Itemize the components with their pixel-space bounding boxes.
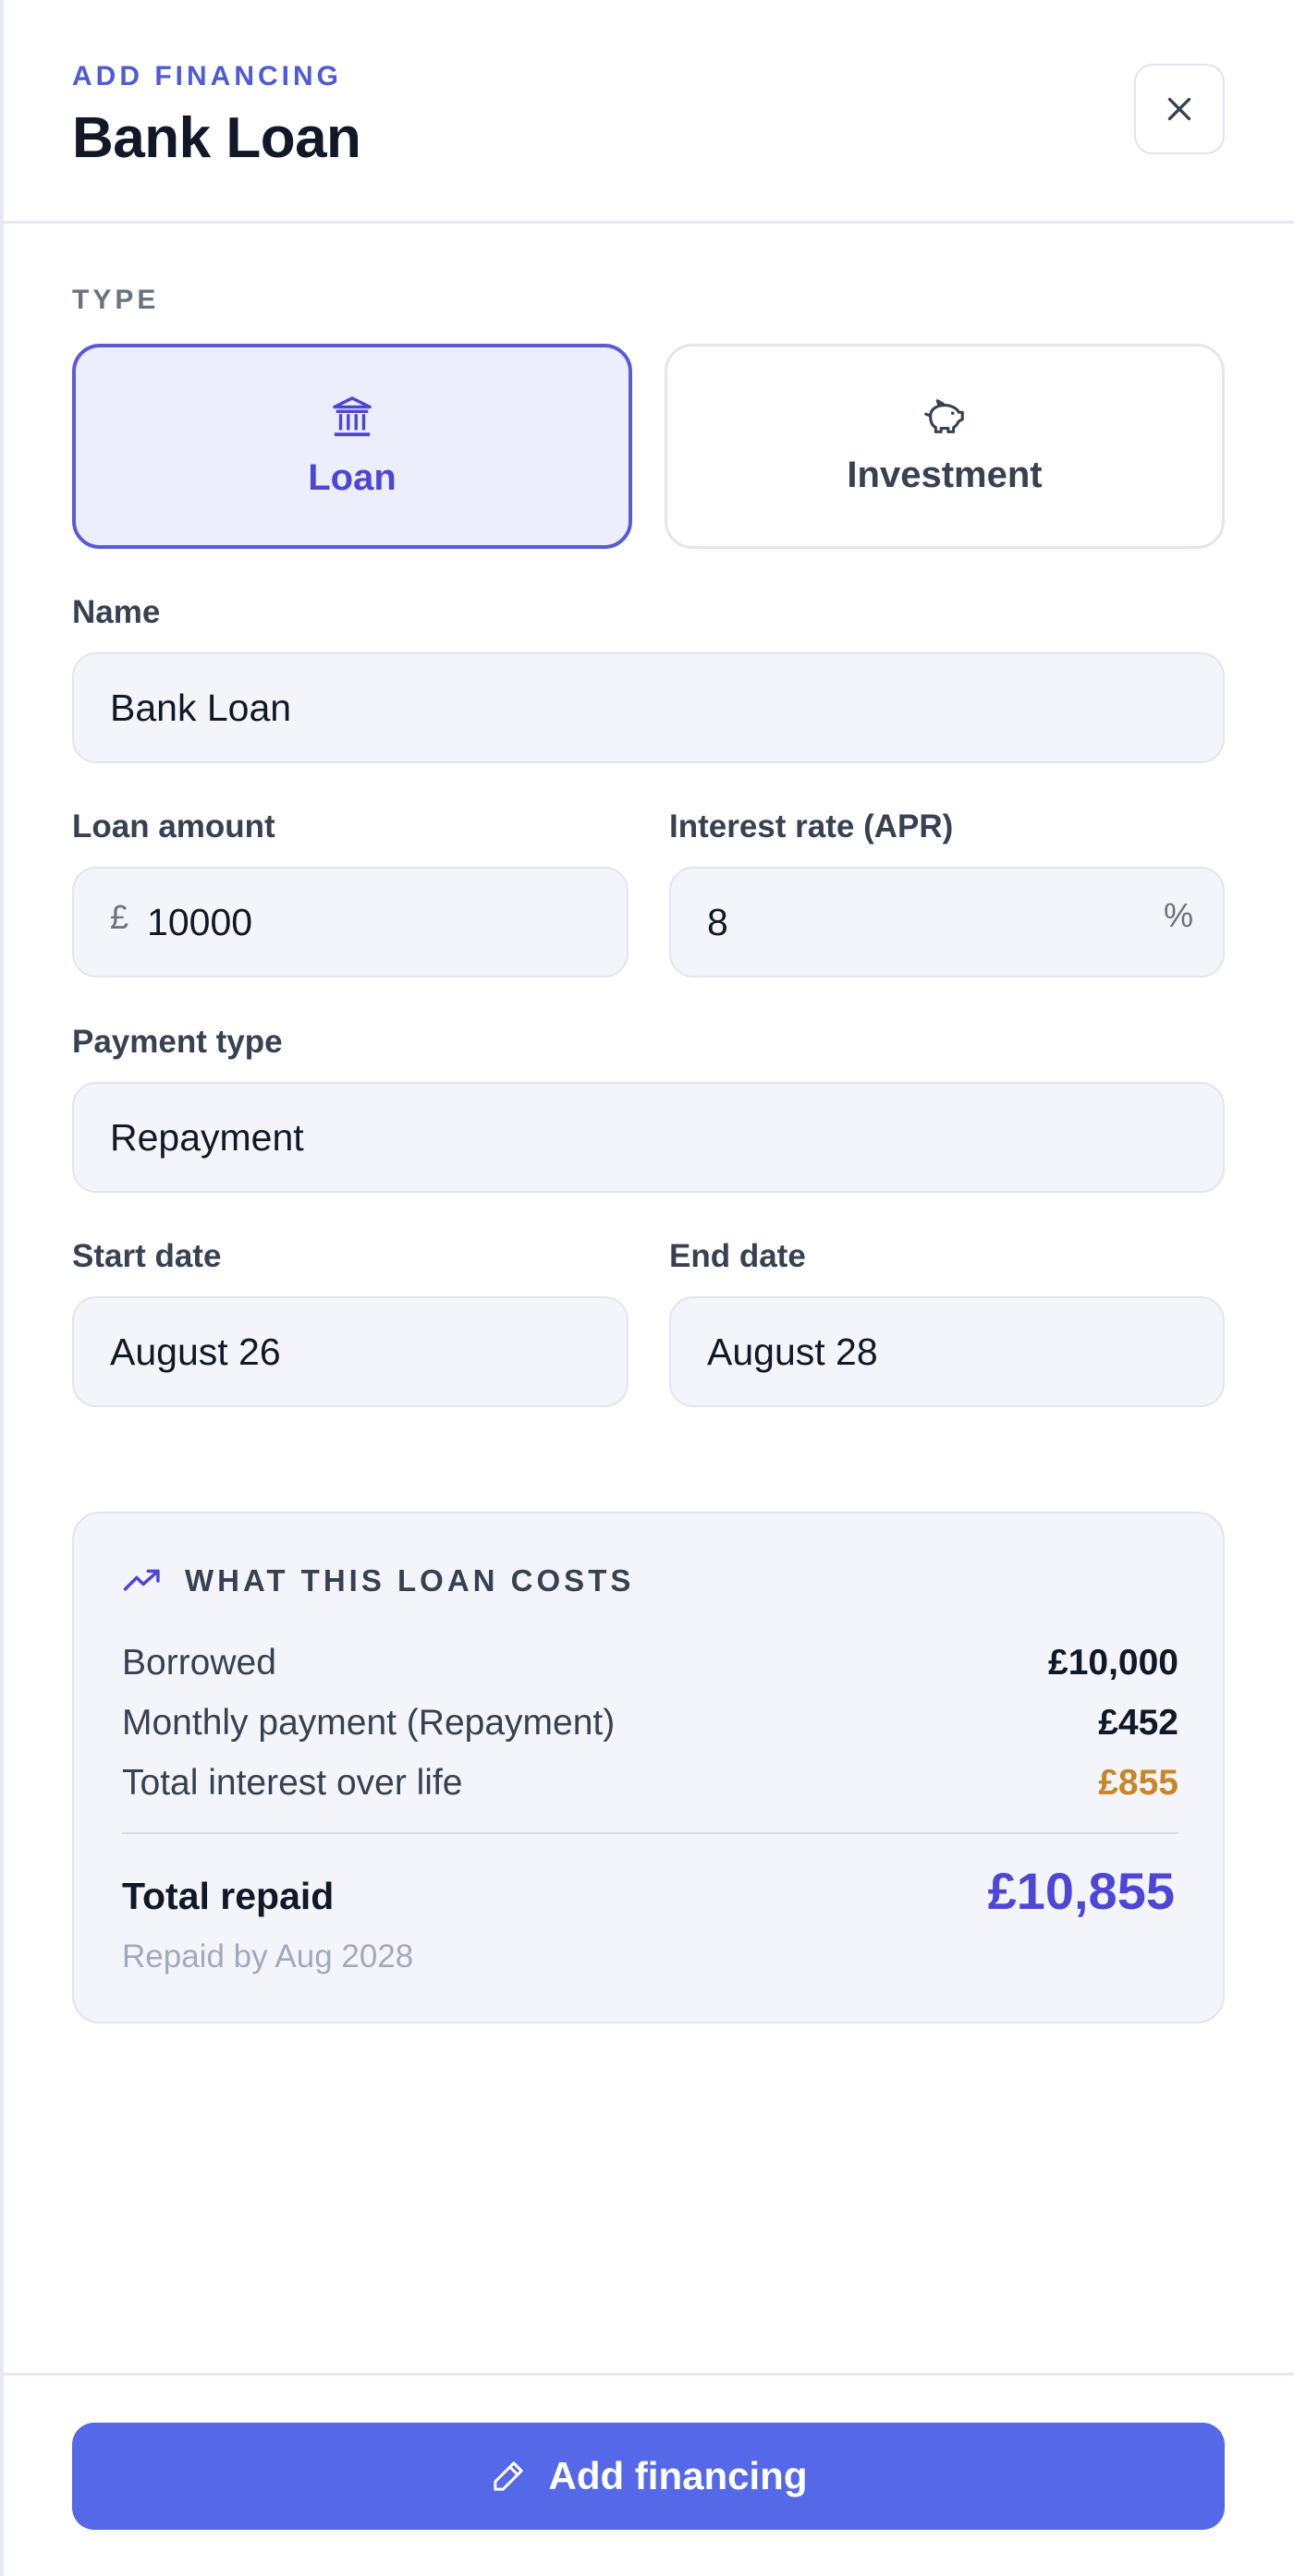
start-date-value: August 26 [110, 1330, 281, 1373]
type-option-investment[interactable]: Investment [665, 344, 1225, 549]
loan-amount-input[interactable]: £ 10000 [72, 867, 629, 978]
summary-row-borrowed: Borrowed £10,000 [122, 1643, 1178, 1683]
interest-rate-value: 8 [707, 900, 728, 943]
summary-row-value: £855 [1098, 1763, 1178, 1803]
trending-up-icon [123, 1569, 160, 1591]
type-option-loan-label: Loan [308, 456, 397, 498]
total-repaid-value: £10,855 [987, 1862, 1175, 1920]
summary-divider [122, 1832, 1178, 1834]
add-financing-button[interactable]: Add financing [72, 2423, 1225, 2530]
percent-suffix: % [1163, 896, 1193, 934]
repaid-by-note: Repaid by Aug 2028 [122, 1938, 414, 1975]
summary-row-value: £10,000 [1048, 1643, 1178, 1683]
payment-type-value: Repayment [110, 1115, 304, 1159]
type-option-loan[interactable]: Loan [72, 344, 632, 549]
pencil-icon [490, 2458, 527, 2495]
end-date-label: End date [669, 1238, 806, 1274]
panel-left-border [0, 0, 4, 2576]
type-option-investment-label: Investment [847, 454, 1043, 495]
name-input[interactable]: Bank Loan [72, 652, 1225, 763]
loan-cost-summary: WHAT THIS LOAN COSTS Borrowed £10,000 Mo… [72, 1512, 1225, 2023]
start-date-label: Start date [72, 1238, 222, 1274]
loan-amount-label: Loan amount [72, 808, 275, 844]
bank-icon [333, 395, 372, 436]
summary-header: WHAT THIS LOAN COSTS [122, 1563, 634, 1598]
interest-rate-input[interactable]: 8 % [669, 867, 1225, 978]
summary-row-label: Borrowed [122, 1643, 276, 1683]
footer-divider [0, 2373, 1294, 2376]
interest-rate-label: Interest rate (APR) [669, 808, 954, 844]
start-date-input[interactable]: August 26 [72, 1296, 629, 1407]
close-icon [1167, 97, 1191, 121]
currency-prefix: £ [110, 898, 129, 936]
summary-row-monthly-payment: Monthly payment (Repayment) £452 [122, 1703, 1178, 1744]
summary-title: WHAT THIS LOAN COSTS [185, 1563, 635, 1598]
header-eyebrow: ADD FINANCING [72, 61, 342, 91]
close-button[interactable] [1134, 64, 1225, 154]
page-title: Bank Loan [72, 106, 361, 170]
summary-row-label: Monthly payment (Repayment) [122, 1703, 616, 1743]
add-financing-label: Add financing [548, 2454, 808, 2497]
name-value: Bank Loan [110, 686, 292, 729]
end-date-value: August 28 [707, 1330, 878, 1373]
piggy-bank-icon [924, 398, 964, 433]
summary-row-total-interest: Total interest over life £855 [122, 1763, 1178, 1804]
loan-amount-value: 10000 [147, 900, 253, 943]
payment-type-label: Payment type [72, 1024, 283, 1060]
panel-header: ADD FINANCING Bank Loan [0, 0, 1294, 224]
summary-row-label: Total interest over life [122, 1763, 463, 1803]
total-repaid-label: Total repaid [122, 1875, 335, 1917]
type-section-label: TYPE [72, 285, 160, 315]
payment-type-select[interactable]: Repayment [72, 1082, 1225, 1193]
end-date-input[interactable]: August 28 [669, 1296, 1225, 1407]
summary-row-value: £452 [1098, 1703, 1178, 1743]
name-label: Name [72, 594, 161, 630]
